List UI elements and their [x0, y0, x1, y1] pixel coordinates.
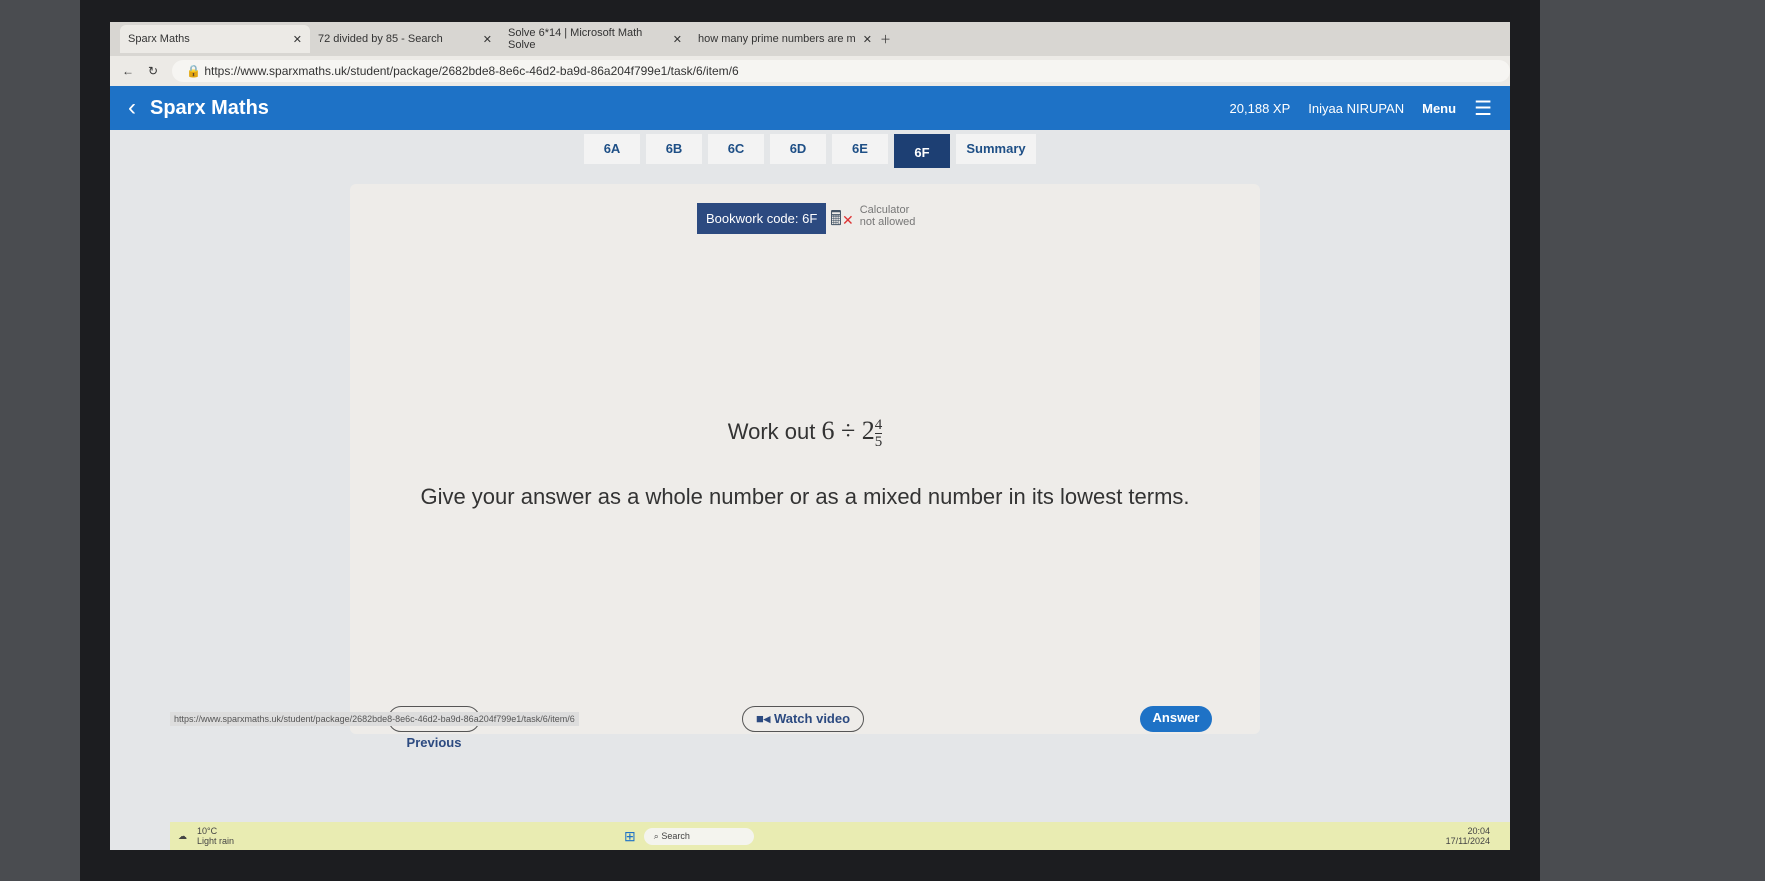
tab-label: Solve 6*14 | Microsoft Math Solve: [508, 27, 643, 51]
task-tabs: 6A 6B 6C 6D 6E 6F Summary: [110, 134, 1510, 168]
hamburger-icon[interactable]: ☰: [1474, 96, 1492, 121]
fraction: 45: [874, 416, 883, 450]
calculator-not-allowed-icon: 🖩✕: [830, 208, 854, 230]
taskbar: ☁ 10°C Light rain ⊞ ⌕ Search 20:04 17/11/2…: [170, 822, 1510, 850]
refresh-icon[interactable]: ↻: [148, 64, 158, 78]
weather-icon: ☁: [178, 830, 187, 841]
url-text: https://www.sparxmaths.uk/student/packag…: [204, 64, 739, 78]
answer-button[interactable]: Answer: [1140, 706, 1212, 732]
bookwork-code: Bookwork code: 6F: [697, 203, 827, 234]
close-icon[interactable]: ✕: [293, 33, 302, 46]
weather-widget[interactable]: 10°C Light rain: [197, 826, 234, 846]
time: 20:04: [1467, 826, 1490, 836]
task-6d[interactable]: 6D: [770, 134, 826, 164]
close-icon[interactable]: ✕: [673, 33, 682, 46]
date: 17/11/2024: [1445, 836, 1490, 846]
tab-bar: Sparx Maths ✕ 72 divided by 85 - Search ✕ …: [110, 22, 1510, 56]
sparx-header: ‹ Sparx Maths 20,188 XP Iniyaa NIRUPAN M…: [110, 86, 1510, 130]
tab-label: 72 divided by 85 - Search: [318, 33, 443, 45]
question-prefix: Work out: [727, 419, 816, 444]
denominator: 5: [874, 433, 883, 450]
tab-label: how many prime numbers are m: [698, 33, 856, 45]
temperature: 10°C: [197, 826, 218, 836]
calc-label: Calculator: [859, 204, 910, 216]
task-6f[interactable]: 6F: [894, 134, 950, 168]
tab-math-solver[interactable]: Solve 6*14 | Microsoft Math Solve ✕: [500, 25, 690, 53]
xp-count: 20,188 XP: [1229, 100, 1291, 116]
task-6b[interactable]: 6B: [646, 134, 702, 164]
status-url: https://www.sparxmaths.uk/student/packag…: [170, 712, 579, 726]
close-icon[interactable]: ✕: [483, 33, 492, 46]
clock[interactable]: 20:04 17/11/2024: [1446, 826, 1490, 846]
calc-status-text: not allowed: [859, 216, 916, 228]
url-input[interactable]: 🔒 https://www.sparxmaths.uk/student/pack…: [172, 60, 1510, 82]
task-6c[interactable]: 6C: [708, 134, 764, 164]
tab-prime[interactable]: how many prime numbers are m ✕: [690, 25, 880, 53]
back-icon[interactable]: ←: [122, 64, 134, 78]
instruction-text: Give your answer as a whole number or as…: [420, 484, 1190, 509]
user-name: Iniyaa NIRUPAN: [1308, 100, 1405, 116]
tab-search[interactable]: 72 divided by 85 - Search ✕: [310, 25, 500, 53]
screen: Sparx Maths ✕ 72 divided by 85 - Search ✕ …: [110, 22, 1510, 850]
tab-sparx[interactable]: Sparx Maths ✕: [120, 25, 310, 53]
lock-icon: 🔒: [186, 64, 205, 78]
watch-video-button[interactable]: ■◂ Watch video: [742, 706, 864, 732]
close-icon[interactable]: ✕: [863, 33, 872, 46]
calculator-status: 🖩✕ Calculator not allowed: [830, 204, 915, 238]
search-label: Search: [661, 830, 690, 841]
menu-button[interactable]: Menu: [1422, 101, 1456, 116]
task-6e[interactable]: 6E: [832, 134, 888, 164]
task-6a[interactable]: 6A: [584, 134, 640, 164]
address-bar-row: ← ↻ 🔒 https://www.sparxmaths.uk/student/p…: [110, 56, 1510, 86]
numerator: 4: [874, 416, 883, 434]
question-text: Work out 6 ÷ 245: [350, 416, 1260, 450]
app-title: Sparx Maths: [150, 96, 269, 119]
video-icon: ■◂: [755, 711, 774, 726]
task-summary[interactable]: Summary: [956, 134, 1036, 164]
back-chevron-icon[interactable]: ‹: [128, 94, 136, 122]
windows-start-icon[interactable]: ⊞: [624, 828, 636, 845]
question-expression: 6 ÷ 2: [821, 416, 875, 445]
tab-label: Sparx Maths: [128, 33, 190, 45]
question-card: Bookwork code: 6F 🖩✕ Calculator not allow…: [350, 184, 1260, 750]
taskbar-search[interactable]: ⌕ Search: [643, 827, 754, 845]
video-label: Watch video: [773, 711, 851, 726]
weather-text: Light rain: [197, 836, 235, 846]
new-tab-icon[interactable]: ＋: [880, 31, 891, 47]
